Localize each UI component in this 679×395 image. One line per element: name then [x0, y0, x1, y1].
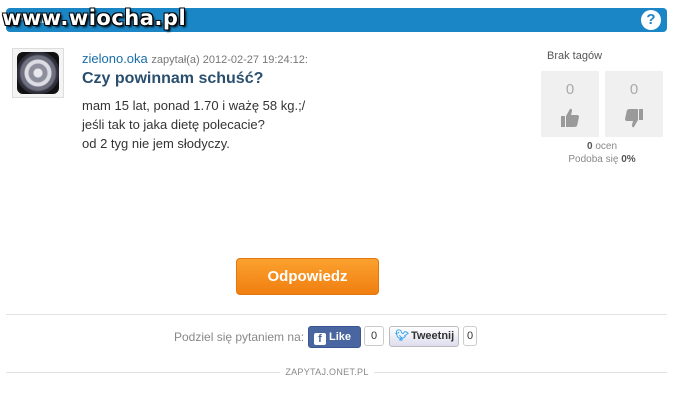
facebook-like-button[interactable]: f Like	[308, 326, 361, 348]
question-body: mam 15 lat, ponad 1.70 i ważę 58 kg.;/ j…	[82, 96, 305, 153]
thumbs-up-icon	[561, 108, 579, 127]
ratings-count: 0	[586, 141, 593, 152]
question-body-line: mam 15 lat, ponad 1.70 i ważę 58 kg.;/	[82, 98, 306, 113]
asked-timestamp: zapytał(a) 2012-02-27 19:24:12:	[151, 54, 308, 66]
question-icon[interactable]: ?	[641, 10, 661, 30]
tags-label: Brak tagów	[547, 50, 603, 62]
facebook-icon: f	[314, 333, 326, 345]
thumbs-down-icon	[625, 109, 643, 128]
question-title: Czy powinnam schuść?	[82, 70, 264, 87]
share-label: Podziel się pytaniem na:	[174, 330, 305, 344]
twitter-bird-icon: 🐦︎	[395, 330, 409, 342]
facebook-like-label: Like	[329, 331, 352, 343]
vote-down-button[interactable]: 0	[605, 71, 663, 137]
tweet-count: 0	[463, 326, 477, 346]
facebook-like-count: 0	[364, 326, 384, 346]
ratings-label: ocen	[595, 141, 618, 152]
vote-up-count: 0	[565, 81, 575, 98]
tweet-label: Tweetnij	[410, 330, 455, 342]
vote-up-button[interactable]: 0	[541, 71, 599, 137]
likes-label: Podoba się	[568, 154, 619, 165]
divider	[6, 314, 667, 315]
ratings-summary: 0 ocen Podoba się 0%	[541, 140, 663, 166]
vote-down-count: 0	[629, 81, 639, 98]
avatar[interactable]	[12, 48, 64, 98]
footer-brand[interactable]: ZAPYTAJ.ONET.PL	[280, 365, 374, 379]
rose-avatar-image	[17, 52, 59, 94]
likes-value: 0%	[621, 154, 636, 165]
user-link[interactable]: zielono.oka	[82, 51, 148, 66]
question-body-line: jeśli tak to jaka dietę polecacie?	[82, 117, 265, 132]
answer-button[interactable]: Odpowiedz	[236, 258, 379, 295]
watermark: www.wiocha.pl	[2, 6, 187, 30]
question-meta: zielono.oka zapytał(a) 2012-02-27 19:24:…	[82, 51, 308, 66]
question-body-line: od 2 tyg nie jem słodyczy.	[82, 136, 230, 151]
tweet-button[interactable]: 🐦︎ Tweetnij	[389, 326, 459, 347]
